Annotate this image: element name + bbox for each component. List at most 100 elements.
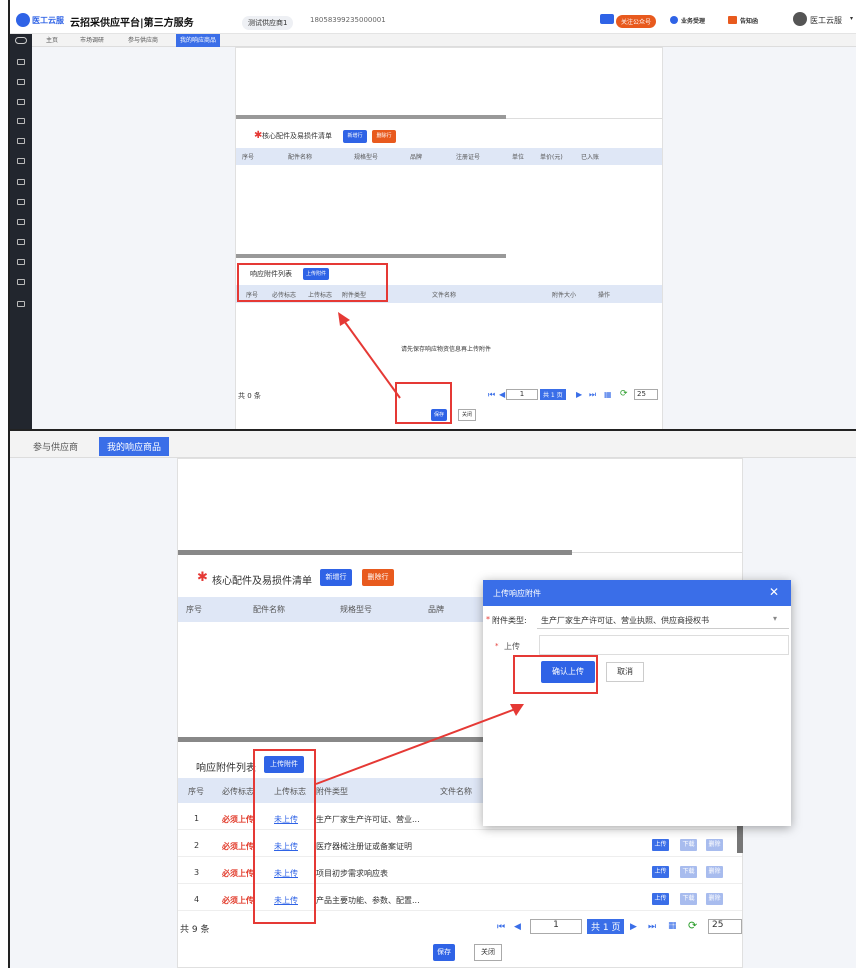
upload-button[interactable]: 上传 [652, 839, 669, 851]
delete-button[interactable]: 删除 [706, 893, 723, 905]
close-icon[interactable]: ✕ [769, 585, 779, 599]
required-mark: ✱ [197, 570, 208, 585]
delete-row-button[interactable]: 删除行 [372, 130, 396, 143]
upload-button[interactable]: 上传 [652, 866, 669, 878]
last-page-icon[interactable]: ⏭ [648, 922, 656, 932]
refresh-icon[interactable]: ⟳ [688, 919, 697, 932]
menu-icon[interactable] [17, 199, 25, 205]
logo-text: 医工云服 [32, 16, 64, 25]
toggle-icon[interactable] [15, 37, 27, 44]
close-button[interactable]: 关闭 [458, 409, 476, 421]
last-page-icon[interactable]: ⏭ [589, 390, 596, 400]
delete-button[interactable]: 删除 [706, 866, 723, 878]
tab-my-products[interactable]: 我的响应商品 [176, 34, 221, 47]
business-link[interactable]: 业务受理 [681, 16, 705, 25]
tab-home[interactable]: 主页 [42, 34, 62, 47]
upload-label: 上传 [504, 642, 520, 651]
scrollbar[interactable] [236, 115, 506, 119]
cancel-button[interactable]: 取消 [606, 662, 644, 682]
modal-title: 上传响应附件 [493, 589, 541, 598]
next-page-icon[interactable]: ▶ [576, 390, 582, 399]
upload-button[interactable]: 上传 [652, 893, 669, 905]
tab-market[interactable]: 市场调研 [76, 34, 108, 47]
parts-title: 核心配件及易损件清单 [262, 132, 332, 140]
menu-icon[interactable] [17, 79, 25, 85]
menu-icon[interactable] [17, 118, 25, 124]
scrollbar[interactable] [178, 550, 572, 555]
table-scrollbar[interactable] [737, 825, 743, 853]
delete-row-button-2[interactable]: 删除行 [362, 569, 394, 586]
tab-bar: 主页 市场调研 参与供应商 我的响应商品 [32, 34, 856, 47]
chevron-down-icon[interactable]: ▾ [773, 614, 777, 623]
column-header: 附件大小 [552, 292, 577, 299]
notice-link[interactable]: 告知函 [740, 16, 758, 25]
top-header: 医工云服 云招采供应平台|第三方服务 测试供应商1 18058399235000… [10, 8, 856, 34]
download-button[interactable]: 下载 [680, 839, 697, 851]
column-header: 必传标志 [222, 787, 254, 796]
column-header: 操作 [598, 292, 611, 299]
prev-page-icon[interactable]: ◀ [514, 922, 521, 932]
logo-icon [16, 13, 30, 27]
close-button-2[interactable]: 关闭 [474, 944, 502, 961]
highlight-box [253, 749, 316, 924]
export-icon[interactable]: ▦ [668, 921, 677, 931]
modal-header: 上传响应附件 ✕ [483, 580, 791, 606]
menu-icon[interactable] [17, 99, 25, 105]
column-header: 配件名称 [288, 154, 313, 161]
column-header: 序号 [242, 154, 255, 161]
column-header: 品牌 [410, 154, 423, 161]
menu-icon[interactable] [17, 301, 25, 307]
tab-bar-2: 参与供应商 我的响应商品 [10, 431, 856, 458]
delete-button[interactable]: 删除 [706, 839, 723, 851]
tab-suppliers[interactable]: 参与供应商 [33, 440, 78, 453]
column-header: 注册证号 [456, 154, 481, 161]
menu-icon[interactable] [17, 59, 25, 65]
column-header: 规格型号 [354, 154, 379, 161]
menu-icon[interactable] [17, 179, 25, 185]
tab-suppliers[interactable]: 参与供应商 [124, 34, 162, 47]
highlight-box [237, 263, 388, 302]
add-row-button[interactable]: 新增行 [343, 130, 367, 143]
menu-icon[interactable] [17, 158, 25, 164]
follow-button[interactable]: 关注公众号 [616, 15, 657, 28]
supplier-name: 测试供应商1 [242, 16, 294, 30]
column-header: 品牌 [428, 605, 444, 614]
platform-title: 云招采供应平台|第三方服务 [70, 18, 194, 29]
avatar[interactable] [793, 12, 807, 26]
business-icon [670, 16, 678, 24]
refresh-icon[interactable]: ⟳ [620, 389, 628, 399]
download-button[interactable]: 下载 [680, 893, 697, 905]
notice-icon [728, 16, 737, 24]
menu-icon[interactable] [17, 219, 25, 225]
page-size-select-2[interactable]: 25 [708, 919, 742, 934]
chevron-down-icon[interactable]: ▾ [850, 15, 853, 22]
save-button-2[interactable]: 保存 [433, 944, 455, 961]
prev-page-icon[interactable]: ◀ [499, 390, 505, 399]
page-input-2[interactable]: 1 [530, 919, 582, 934]
required-mark: * [495, 642, 499, 650]
download-button[interactable]: 下载 [680, 866, 697, 878]
menu-icon[interactable] [17, 259, 25, 265]
menu-icon[interactable] [17, 239, 25, 245]
tab-my-products[interactable]: 我的响应商品 [99, 437, 170, 456]
highlight-box [513, 655, 598, 694]
next-page-icon[interactable]: ▶ [630, 922, 637, 932]
total-count: 共 0 条 [238, 392, 261, 400]
column-header: 文件名称 [432, 292, 457, 299]
page-size-select[interactable]: 25 [634, 389, 658, 400]
user-name[interactable]: 医工云服 [810, 15, 842, 26]
menu-icon[interactable] [17, 279, 25, 285]
upload-field[interactable] [539, 635, 789, 655]
page-input[interactable]: 1 [506, 389, 538, 400]
page-count: 共 1 页 [540, 389, 566, 400]
first-page-icon[interactable]: ⏮ [488, 390, 495, 400]
scrollbar[interactable] [236, 254, 506, 258]
first-page-icon[interactable]: ⏮ [497, 922, 505, 932]
add-row-button-2[interactable]: 新增行 [320, 569, 352, 586]
type-select[interactable]: 生产厂家生产许可证、营业执照、供应商授权书 [537, 609, 789, 629]
megaphone-icon [600, 14, 614, 24]
menu-icon[interactable] [17, 138, 25, 144]
export-icon[interactable]: ▦ [604, 390, 612, 399]
attach-title-2: 响应附件列表 [196, 763, 256, 774]
column-header: 序号 [186, 605, 202, 614]
